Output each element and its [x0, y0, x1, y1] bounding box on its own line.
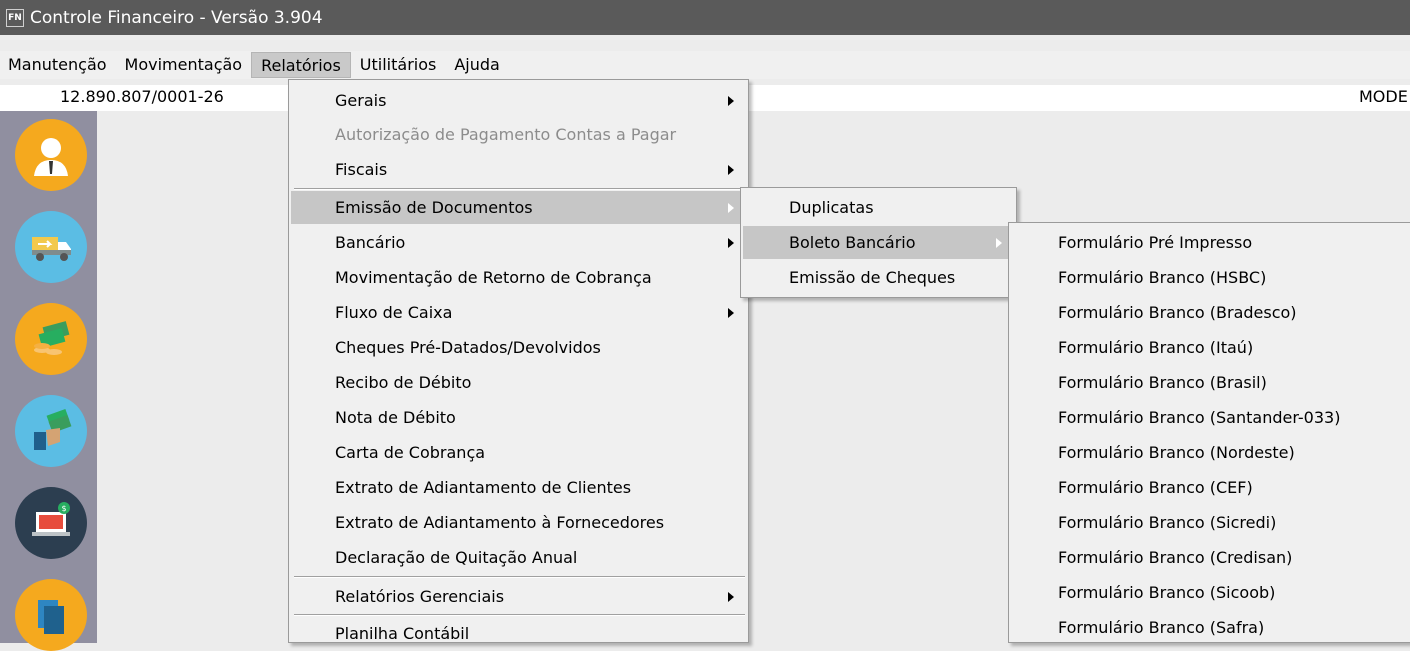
truck-icon[interactable]	[15, 211, 87, 283]
menu-relatorios[interactable]: Relatórios	[251, 52, 351, 78]
menu-item-formulario-bradesco[interactable]: Formulário Branco (Bradesco)	[1011, 296, 1408, 329]
title-bar: FN Controle Financeiro - Versão 3.904	[0, 0, 1410, 35]
menu-utilitarios[interactable]: Utilitários	[351, 52, 446, 78]
documents-icon[interactable]	[15, 579, 87, 651]
menu-item-formulario-pre-impresso[interactable]: Formulário Pré Impresso	[1011, 226, 1408, 259]
menu-separator	[294, 188, 745, 190]
menu-manutencao[interactable]: Manutenção	[0, 52, 116, 78]
menu-item-formulario-nordeste[interactable]: Formulário Branco (Nordeste)	[1011, 436, 1408, 469]
menu-item-bancario[interactable]: Bancário	[291, 226, 746, 259]
menu-item-formulario-santander[interactable]: Formulário Branco (Santander-033)	[1011, 401, 1408, 434]
chevron-right-icon	[996, 238, 1002, 248]
menu-item-formulario-itau[interactable]: Formulário Branco (Itaú)	[1011, 331, 1408, 364]
menu-item-fluxo-caixa[interactable]: Fluxo de Caixa	[291, 296, 746, 329]
menu-item-gerais[interactable]: Gerais	[291, 84, 746, 117]
user-icon[interactable]	[15, 119, 87, 191]
menu-item-formulario-safra[interactable]: Formulário Branco (Safra)	[1011, 611, 1408, 644]
relatorios-menu: Gerais Autorização de Pagamento Contas a…	[288, 79, 749, 643]
chevron-right-icon	[728, 203, 734, 213]
emissao-documentos-submenu: Duplicatas Boleto Bancário Emissão de Ch…	[740, 187, 1017, 298]
menu-item-extrato-clientes[interactable]: Extrato de Adiantamento de Clientes	[291, 471, 746, 504]
hand-money-icon[interactable]	[15, 395, 87, 467]
menu-item-retorno-cobranca[interactable]: Movimentação de Retorno de Cobrança	[291, 261, 746, 294]
menu-item-emissao-documentos[interactable]: Emissão de Documentos	[291, 191, 746, 224]
sidebar: $	[0, 111, 97, 651]
chevron-right-icon	[728, 592, 734, 602]
chevron-right-icon	[728, 308, 734, 318]
menu-item-relatorios-gerenciais[interactable]: Relatórios Gerenciais	[291, 580, 746, 613]
menu-item-carta-cobranca[interactable]: Carta de Cobrança	[291, 436, 746, 469]
menu-ajuda[interactable]: Ajuda	[445, 52, 509, 78]
boleto-bancario-submenu: Formulário Pré Impresso Formulário Branc…	[1008, 222, 1410, 643]
chevron-right-icon	[728, 165, 734, 175]
menu-item-duplicatas[interactable]: Duplicatas	[743, 191, 1014, 224]
window-title: Controle Financeiro - Versão 3.904	[30, 7, 323, 28]
menu-separator	[294, 614, 745, 616]
menu-bar: Manutenção Movimentação Relatórios Utili…	[0, 51, 1410, 79]
menu-item-formulario-sicredi[interactable]: Formulário Branco (Sicredi)	[1011, 506, 1408, 539]
menu-item-formulario-brasil[interactable]: Formulário Branco (Brasil)	[1011, 366, 1408, 399]
menu-movimentacao[interactable]: Movimentação	[116, 52, 252, 78]
chevron-right-icon	[728, 96, 734, 106]
menu-item-fiscais[interactable]: Fiscais	[291, 153, 746, 186]
menu-separator	[294, 576, 745, 578]
menu-item-emissao-cheques[interactable]: Emissão de Cheques	[743, 261, 1014, 294]
menu-item-autorizacao-pagamento[interactable]: Autorização de Pagamento Contas a Pagar	[291, 118, 746, 151]
svg-text:$: $	[61, 504, 66, 513]
menu-item-formulario-hsbc[interactable]: Formulário Branco (HSBC)	[1011, 261, 1408, 294]
money-coins-icon[interactable]	[15, 303, 87, 375]
chevron-right-icon	[728, 238, 734, 248]
menu-item-cheques-pre-datados[interactable]: Cheques Pré-Datados/Devolvidos	[291, 331, 746, 364]
menu-item-nota-debito[interactable]: Nota de Débito	[291, 401, 746, 434]
menu-item-boleto-bancario[interactable]: Boleto Bancário	[743, 226, 1014, 259]
menu-item-quitacao-anual[interactable]: Declaração de Quitação Anual	[291, 541, 746, 574]
app-icon: FN	[6, 8, 24, 27]
menu-item-formulario-sicoob[interactable]: Formulário Branco (Sicoob)	[1011, 576, 1408, 609]
menu-item-planilha-contabil[interactable]: Planilha Contábil	[291, 617, 746, 650]
menu-item-recibo-debito[interactable]: Recibo de Débito	[291, 366, 746, 399]
menu-item-formulario-credisan[interactable]: Formulário Branco (Credisan)	[1011, 541, 1408, 574]
company-cnpj: 12.890.807/0001-26	[60, 87, 224, 106]
menu-item-extrato-fornecedores[interactable]: Extrato de Adiantamento à Fornecedores	[291, 506, 746, 539]
menu-item-formulario-cef[interactable]: Formulário Branco (CEF)	[1011, 471, 1408, 504]
mode-label: MODE	[1359, 87, 1408, 106]
laptop-dollar-icon[interactable]: $	[15, 487, 87, 559]
